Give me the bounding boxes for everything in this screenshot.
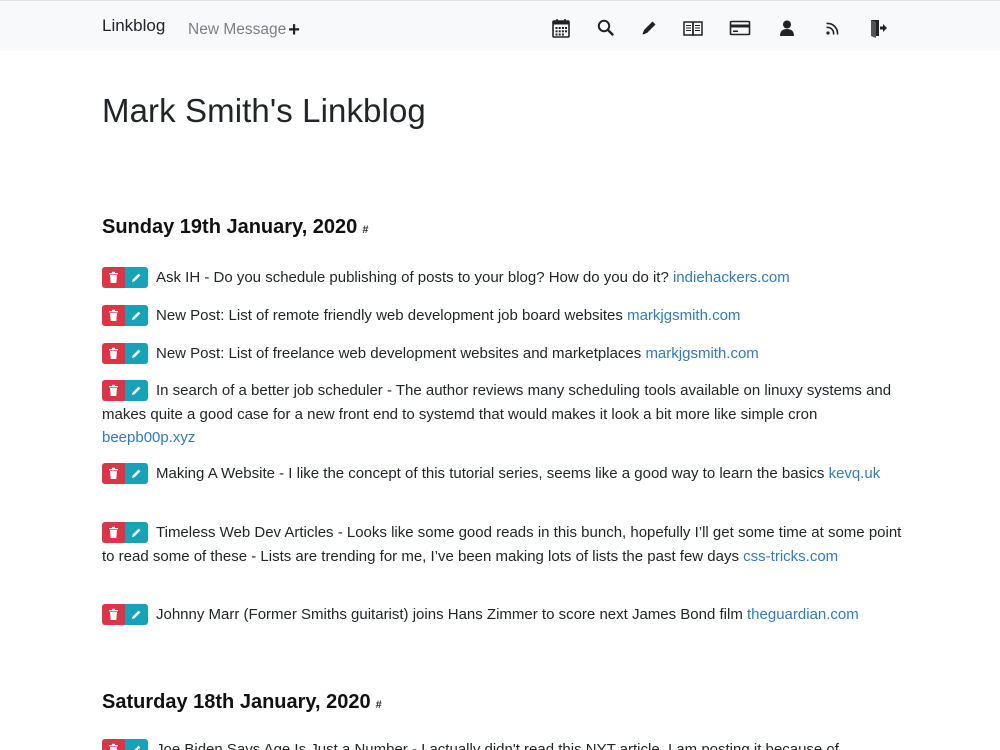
logout-icon[interactable]: [867, 17, 889, 39]
page-title: Mark Smith's Linkblog: [102, 92, 426, 129]
pencil-icon: [132, 528, 141, 537]
edit-button[interactable]: [125, 738, 148, 750]
edit-button[interactable]: [125, 342, 148, 364]
pencil-icon: [132, 469, 141, 478]
delete-button[interactable]: [102, 379, 125, 401]
list-item: New Post: List of freelance web developm…: [102, 342, 902, 366]
delete-button[interactable]: [102, 342, 125, 364]
rss-icon[interactable]: [821, 17, 843, 39]
entry-actions: [102, 521, 148, 543]
entry-actions: [102, 304, 148, 326]
entry-link[interactable]: kevq.uk: [829, 465, 881, 482]
edit-button[interactable]: [125, 379, 148, 401]
list-item: Making A Website - I like the concept of…: [102, 462, 902, 486]
pencil-icon: [132, 386, 141, 395]
trash-icon: [109, 467, 118, 479]
entry-text: New Post: List of remote friendly web de…: [156, 307, 623, 324]
delete-button[interactable]: [102, 521, 125, 543]
trash-icon: [109, 526, 118, 538]
nav-icons: [0, 17, 1000, 39]
book-icon[interactable]: [682, 17, 704, 39]
entry-link[interactable]: theguardian.com: [747, 606, 859, 623]
trash-icon: [109, 347, 118, 359]
entry-text: Ask IH - Do you schedule publishing of p…: [156, 269, 669, 286]
search-icon[interactable]: [595, 17, 617, 39]
day-heading: Saturday 18th January, 2020 #: [102, 691, 382, 714]
entry-link[interactable]: beepb00p.xyz: [102, 429, 195, 446]
entry-text: New Post: List of freelance web developm…: [156, 345, 642, 362]
entry-actions: [102, 603, 148, 625]
entry-link[interactable]: markjgsmith.com: [645, 345, 758, 362]
entry-actions: [102, 266, 148, 288]
day-heading-text: Saturday 18th January, 2020: [102, 691, 371, 713]
list-item: Ask IH - Do you schedule publishing of p…: [102, 266, 902, 290]
delete-button[interactable]: [102, 738, 125, 750]
list-item: Johnny Marr (Former Smiths guitarist) jo…: [102, 603, 902, 627]
edit-button[interactable]: [125, 603, 148, 625]
entry-link[interactable]: css-tricks.com: [743, 548, 838, 565]
delete-button[interactable]: [102, 266, 125, 288]
user-icon[interactable]: [776, 17, 798, 39]
edit-button[interactable]: [125, 304, 148, 326]
entry-text: Making A Website - I like the concept of…: [156, 465, 825, 482]
list-item: Timeless Web Dev Articles - Looks like s…: [102, 521, 902, 568]
edit-button[interactable]: [125, 266, 148, 288]
pencil-icon[interactable]: [638, 17, 660, 39]
day-heading: Sunday 19th January, 2020 #: [102, 216, 368, 239]
trash-icon: [109, 271, 118, 283]
entry-actions: [102, 379, 148, 401]
entry-text: In search of a better job scheduler - Th…: [102, 382, 892, 423]
trash-icon: [109, 309, 118, 321]
pencil-icon: [132, 273, 141, 282]
permalink-hash[interactable]: #: [376, 699, 382, 711]
credit-card-icon[interactable]: [729, 17, 751, 39]
edit-button[interactable]: [125, 462, 148, 484]
list-item: Joe Biden Says Age Is Just a Number - I …: [102, 738, 902, 750]
entry-text: Joe Biden Says Age Is Just a Number - I …: [156, 741, 839, 750]
trash-icon: [109, 608, 118, 620]
permalink-hash[interactable]: #: [362, 224, 368, 236]
calendar-icon[interactable]: [550, 17, 572, 39]
entry-actions: [102, 738, 148, 750]
trash-icon: [109, 743, 118, 750]
day-heading-text: Sunday 19th January, 2020: [102, 216, 358, 238]
entry-actions: [102, 462, 148, 484]
entry-link[interactable]: indiehackers.com: [673, 269, 790, 286]
list-item: New Post: List of remote friendly web de…: [102, 304, 902, 328]
edit-button[interactable]: [125, 521, 148, 543]
pencil-icon: [133, 745, 141, 750]
entry-text: Johnny Marr (Former Smiths guitarist) jo…: [156, 606, 743, 623]
delete-button[interactable]: [102, 304, 125, 326]
trash-icon: [109, 384, 118, 396]
pencil-icon: [132, 610, 141, 619]
delete-button[interactable]: [102, 603, 125, 625]
pencil-icon: [132, 311, 141, 320]
entry-link[interactable]: markjgsmith.com: [627, 307, 740, 324]
delete-button[interactable]: [102, 462, 125, 484]
list-item: In search of a better job scheduler - Th…: [102, 379, 902, 450]
navbar: Linkblog New Message +: [0, 0, 1000, 51]
entry-actions: [102, 342, 148, 364]
pencil-icon: [132, 349, 141, 358]
